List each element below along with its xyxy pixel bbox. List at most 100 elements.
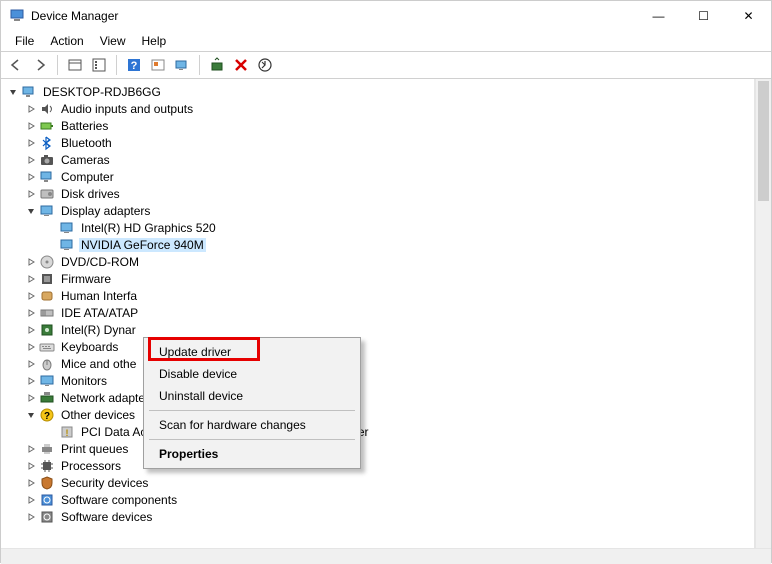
chevron-right-icon[interactable] (23, 356, 39, 372)
tree-node-label: Keyboards (59, 340, 120, 354)
chevron-down-icon[interactable] (23, 407, 39, 423)
uninstall-button[interactable] (230, 54, 252, 76)
help-button[interactable]: ? (123, 54, 145, 76)
context-menu-item[interactable]: Disable device (147, 363, 357, 385)
back-button[interactable] (5, 54, 27, 76)
tree-node[interactable]: Human Interfa (1, 287, 754, 304)
chevron-right-icon[interactable] (23, 509, 39, 525)
tree-node[interactable]: Mice and othe (1, 355, 754, 372)
tree-node[interactable]: Keyboards (1, 338, 754, 355)
tree-node[interactable]: Software devices (1, 508, 754, 525)
printer-icon (39, 441, 55, 457)
titlebar: Device Manager — ☐ ✕ (1, 1, 771, 31)
chevron-right-icon[interactable] (23, 475, 39, 491)
tree-node[interactable]: Cameras (1, 151, 754, 168)
tree-node[interactable]: Monitors (1, 372, 754, 389)
chevron-right-icon[interactable] (23, 101, 39, 117)
context-menu-separator (149, 410, 355, 411)
cpu-icon (39, 458, 55, 474)
chevron-right-icon[interactable] (23, 169, 39, 185)
tree-node[interactable]: Intel(R) Dynar (1, 321, 754, 338)
context-menu-item[interactable]: Update driver (147, 341, 357, 363)
tree-node[interactable]: Software components (1, 491, 754, 508)
chevron-down-icon[interactable] (5, 84, 21, 100)
chevron-right-icon[interactable] (23, 373, 39, 389)
tree-node[interactable]: Print queues (1, 440, 754, 457)
horizontal-scrollbar-area (1, 548, 771, 564)
chevron-right-icon[interactable] (23, 254, 39, 270)
tree-node[interactable]: !PCI Data Acquisition and Signal Process… (1, 423, 754, 440)
context-menu-item[interactable]: Scan for hardware changes (147, 414, 357, 436)
vertical-scrollbar[interactable] (755, 79, 771, 548)
tree-node[interactable]: Disk drives (1, 185, 754, 202)
chevron-right-icon[interactable] (23, 135, 39, 151)
tree-node-label: Firmware (59, 272, 113, 286)
tree-node[interactable]: Bluetooth (1, 134, 754, 151)
chevron-right-icon[interactable] (23, 322, 39, 338)
tree-node[interactable]: NVIDIA GeForce 940M (1, 236, 754, 253)
tree-node[interactable]: Audio inputs and outputs (1, 100, 754, 117)
tree-node[interactable]: Firmware (1, 270, 754, 287)
tree-node-label: DVD/CD-ROM (59, 255, 141, 269)
action-button[interactable] (147, 54, 169, 76)
tree-node[interactable]: DESKTOP-RDJB6GG (1, 83, 754, 100)
toolbar: ? (1, 51, 771, 79)
tree-node[interactable]: Computer (1, 168, 754, 185)
show-hide-button[interactable] (64, 54, 86, 76)
minimize-button[interactable]: — (636, 1, 681, 31)
tree-node[interactable]: Intel(R) HD Graphics 520 (1, 219, 754, 236)
tree-node[interactable]: Processors (1, 457, 754, 474)
update-driver-button[interactable] (171, 54, 193, 76)
tree-node[interactable]: Security devices (1, 474, 754, 491)
tree-node[interactable]: ?Other devices (1, 406, 754, 423)
hardware-scan-button[interactable] (254, 54, 276, 76)
tree-node-label: Intel(R) Dynar (59, 323, 138, 337)
tree-node-label: Software components (59, 493, 179, 507)
ide-icon (39, 305, 55, 321)
maximize-button[interactable]: ☐ (681, 1, 726, 31)
scrollbar-thumb[interactable] (758, 81, 769, 201)
monitor-icon (39, 373, 55, 389)
chevron-right-icon[interactable] (23, 186, 39, 202)
chevron-right-icon[interactable] (23, 305, 39, 321)
tree-node-label: Display adapters (59, 204, 152, 218)
tree-node[interactable]: Display adapters (1, 202, 754, 219)
tree-node-label: Bluetooth (59, 136, 114, 150)
chevron-right-icon[interactable] (23, 390, 39, 406)
menu-help[interactable]: Help (134, 32, 175, 50)
tree-node-label: Disk drives (59, 187, 122, 201)
chevron-down-icon[interactable] (23, 203, 39, 219)
context-menu[interactable]: Update driverDisable deviceUninstall dev… (143, 337, 361, 469)
chevron-right-icon[interactable] (23, 271, 39, 287)
tree-node[interactable]: DVD/CD-ROM (1, 253, 754, 270)
forward-button[interactable] (29, 54, 51, 76)
chevron-right-icon[interactable] (23, 458, 39, 474)
chevron-right-icon[interactable] (23, 492, 39, 508)
properties-button[interactable] (88, 54, 110, 76)
computer-root-icon (21, 84, 37, 100)
tree-node[interactable]: Batteries (1, 117, 754, 134)
other-icon: ? (39, 407, 55, 423)
menu-file[interactable]: File (7, 32, 42, 50)
menu-action[interactable]: Action (42, 32, 91, 50)
context-menu-item[interactable]: Uninstall device (147, 385, 357, 407)
chevron-right-icon[interactable] (23, 288, 39, 304)
window-title: Device Manager (31, 9, 636, 23)
close-button[interactable]: ✕ (726, 1, 771, 31)
chevron-right-icon[interactable] (23, 441, 39, 457)
tree-node[interactable]: Network adapters (1, 389, 754, 406)
chevron-right-icon[interactable] (23, 152, 39, 168)
chevron-right-icon[interactable] (23, 118, 39, 134)
tree-node[interactable]: IDE ATA/ATAP (1, 304, 754, 321)
app-icon (9, 8, 25, 24)
tree-node-label: NVIDIA GeForce 940M (79, 238, 206, 252)
tree-node-label: Monitors (59, 374, 109, 388)
scan-hardware-button[interactable] (206, 54, 228, 76)
battery-icon (39, 118, 55, 134)
device-tree[interactable]: DESKTOP-RDJB6GGAudio inputs and outputsB… (1, 79, 755, 548)
menu-view[interactable]: View (92, 32, 134, 50)
computer-icon (39, 169, 55, 185)
keyboard-icon (39, 339, 55, 355)
context-menu-item[interactable]: Properties (147, 443, 357, 465)
chevron-right-icon[interactable] (23, 339, 39, 355)
